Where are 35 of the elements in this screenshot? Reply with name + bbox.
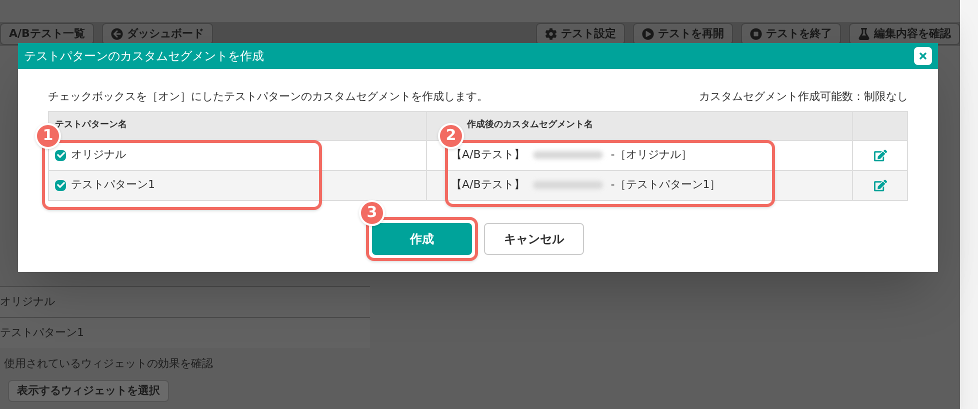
widget-label: 使用されているウィジェットの効果を確認 [4, 356, 214, 372]
pattern-name: テストパターン1 [71, 176, 155, 193]
create-button[interactable]: 作成 [372, 222, 472, 254]
action-button[interactable]: テスト設定 [536, 23, 625, 45]
dialog-description: チェックボックスを［オン］にしたテストパターンのカスタムセグメントを作成します。 [48, 89, 488, 105]
edit-icon[interactable] [874, 148, 886, 162]
segment-suffix: -［テストパターン1］ [610, 176, 721, 193]
segment-prefix: 【A/Bテスト】 [451, 146, 525, 163]
stop-icon [750, 28, 762, 40]
dialog-title: テストパターンのカスタムセグメントを作成 [24, 48, 264, 65]
pattern-name: オリジナル [71, 146, 126, 163]
step-number-badge: 3 [359, 200, 385, 226]
nav-button[interactable]: ダッシュボード [102, 23, 213, 45]
flask-icon [858, 28, 870, 40]
action-button[interactable]: テストを再開 [633, 23, 733, 45]
segment-suffix: -［オリジナル］ [610, 146, 692, 163]
blurred-name [532, 181, 603, 189]
table-row: テストパターン1 [0, 317, 370, 348]
nav-button[interactable]: A/Bテスト一覧 [0, 23, 94, 45]
table-row: オリジナル [0, 286, 370, 317]
checkbox[interactable] [55, 150, 66, 160]
settings-icon [545, 28, 557, 40]
segment-prefix: 【A/Bテスト】 [451, 176, 525, 193]
blurred-name [532, 151, 603, 159]
play-icon [642, 28, 654, 40]
close-button[interactable] [914, 47, 932, 65]
select-widget-button[interactable]: 表示するウィジェットを選択 [8, 380, 169, 402]
action-button[interactable]: テストを終了 [741, 23, 841, 45]
action-button[interactable]: 編集内容を確認 [849, 23, 960, 45]
segment-limit: カスタムセグメント作成可能数：制限なし [699, 89, 908, 105]
edit-icon[interactable] [874, 178, 886, 192]
cancel-button[interactable]: キャンセル [484, 222, 584, 254]
checkbox[interactable] [55, 180, 66, 190]
back-icon [110, 28, 123, 40]
close-icon [918, 51, 928, 61]
